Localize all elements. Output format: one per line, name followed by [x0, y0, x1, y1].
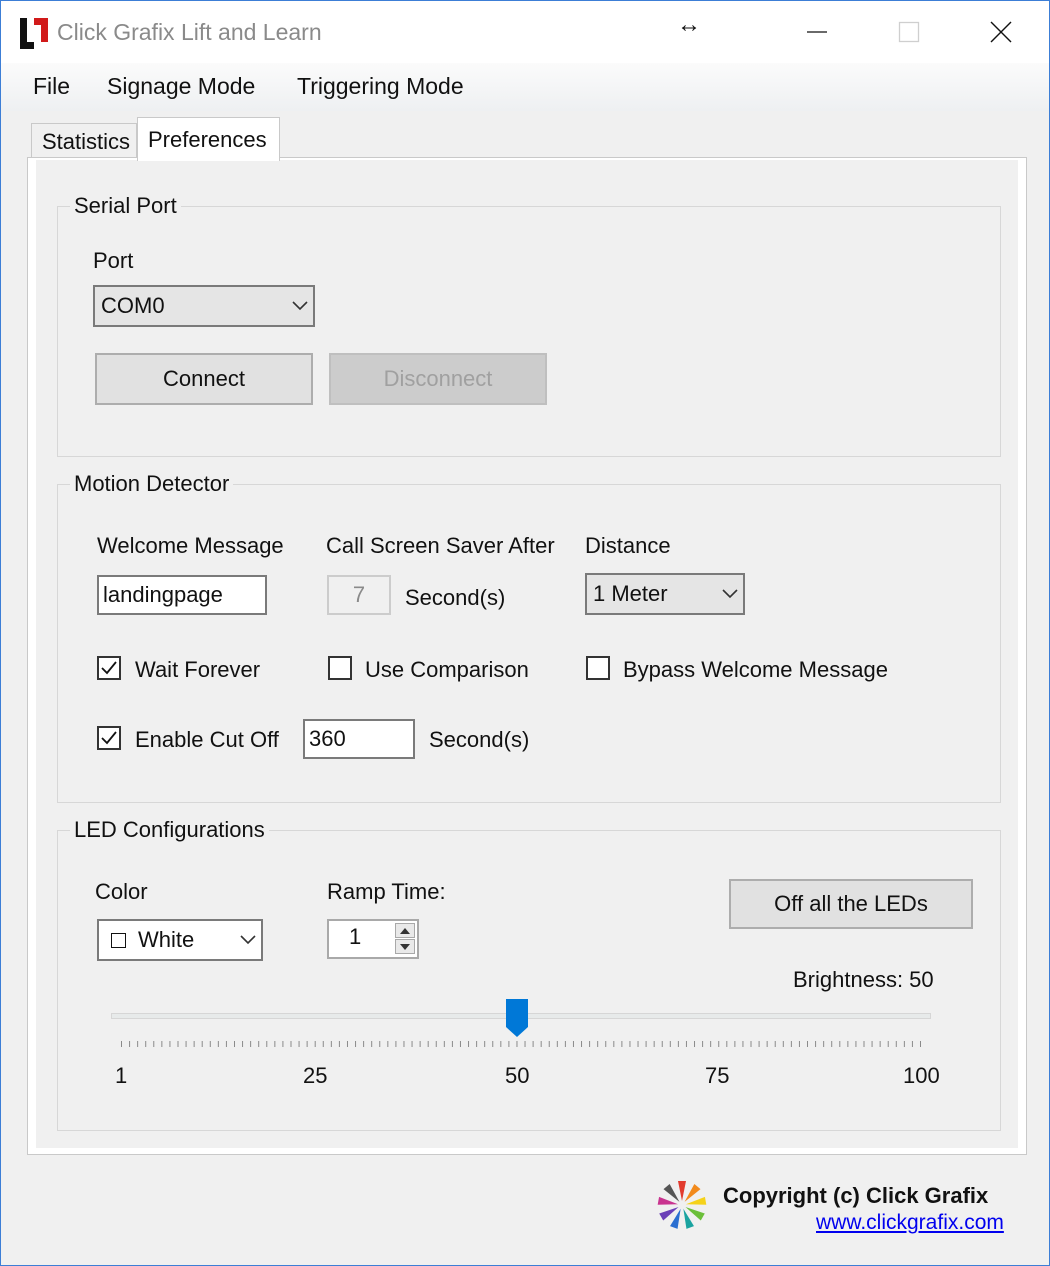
minimize-icon — [807, 31, 827, 33]
app-window: Click Grafix Lift and Learn ↔ File Signa… — [0, 0, 1050, 1266]
close-button[interactable] — [981, 15, 1021, 49]
window-title: Click Grafix Lift and Learn — [57, 19, 322, 45]
connect-button[interactable]: Connect — [95, 353, 313, 405]
bypass-welcome-label: Bypass Welcome Message — [623, 657, 888, 682]
tick-label-1: 1 — [115, 1063, 128, 1088]
maximize-button[interactable] — [889, 15, 929, 49]
click-grafix-logo-icon — [657, 1181, 707, 1229]
distance-dropdown-value: 1 Meter — [593, 581, 668, 606]
enable-cut-off-checkbox[interactable] — [97, 726, 121, 750]
ramp-time-label: Ramp Time: — [327, 879, 446, 904]
chevron-down-icon — [287, 301, 313, 311]
menu-file[interactable]: File — [33, 73, 70, 100]
brightness-slider-ticks — [121, 1041, 921, 1047]
color-dropdown[interactable]: White — [97, 919, 263, 961]
use-comparison-checkbox[interactable] — [328, 656, 352, 680]
checkmark-icon — [101, 661, 117, 675]
color-swatch-icon — [111, 932, 126, 948]
copyright-text: Copyright (c) Click Grafix — [723, 1183, 989, 1208]
use-comparison-label: Use Comparison — [365, 657, 529, 682]
brightness-label: Brightness: 50 — [793, 967, 934, 992]
wait-forever-checkbox[interactable] — [97, 656, 121, 680]
brightness-slider-thumb[interactable] — [505, 999, 528, 1037]
port-dropdown-value: COM0 — [101, 293, 165, 318]
bypass-welcome-checkbox[interactable] — [586, 656, 610, 680]
close-icon — [990, 21, 1012, 43]
tick-label-75: 75 — [705, 1063, 730, 1088]
ramp-time-value: 1 — [349, 924, 362, 949]
serial-port-group-label: Serial Port — [70, 193, 181, 219]
wait-forever-label: Wait Forever — [135, 657, 261, 682]
motion-detector-group-label: Motion Detector — [70, 471, 234, 497]
website-link[interactable]: www.clickgrafix.com — [816, 1211, 1004, 1235]
ramp-time-up-button[interactable] — [395, 923, 415, 938]
tick-label-50: 50 — [505, 1063, 530, 1088]
motion-detector-group: Motion Detector — [57, 471, 1001, 803]
color-dropdown-value: White — [138, 927, 195, 952]
menu-bar: File Signage Mode Triggering Mode — [1, 63, 1049, 111]
welcome-message-label: Welcome Message — [97, 533, 284, 558]
tab-preferences[interactable]: Preferences — [137, 117, 280, 161]
tick-label-25: 25 — [303, 1063, 328, 1088]
ramp-time-stepper[interactable]: 1 — [327, 919, 419, 959]
tab-statistics[interactable]: Statistics — [31, 123, 137, 159]
welcome-message-input[interactable]: landingpage — [97, 575, 267, 615]
chevron-down-icon — [235, 935, 261, 945]
tab-statistics-label: Statistics — [42, 128, 131, 154]
menu-triggering-mode[interactable]: Triggering Mode — [297, 73, 464, 100]
tab-preferences-label: Preferences — [148, 126, 267, 152]
screen-saver-unit-label: Second(s) — [405, 585, 506, 610]
disconnect-button: Disconnect — [329, 353, 547, 405]
arrow-up-icon — [400, 927, 410, 934]
serial-port-group: Serial Port — [57, 193, 1001, 457]
arrow-down-icon — [400, 943, 410, 950]
app-logo-icon — [20, 18, 48, 49]
checkmark-icon — [101, 731, 117, 745]
menu-signage-mode[interactable]: Signage Mode — [107, 73, 255, 100]
screen-saver-label: Call Screen Saver After — [326, 533, 555, 558]
title-bar[interactable]: Click Grafix Lift and Learn ↔ — [1, 1, 1049, 63]
port-label: Port — [93, 248, 134, 273]
maximize-icon — [898, 21, 920, 43]
chevron-down-icon — [717, 589, 743, 599]
port-dropdown[interactable]: COM0 — [93, 285, 315, 327]
enable-cut-off-label: Enable Cut Off — [135, 727, 279, 752]
minimize-button[interactable] — [797, 15, 837, 49]
tick-label-100: 100 — [903, 1063, 940, 1088]
distance-label: Distance — [585, 533, 671, 558]
distance-dropdown[interactable]: 1 Meter — [585, 573, 745, 615]
screen-saver-seconds-input: 7 — [327, 575, 391, 615]
off-all-leds-button[interactable]: Off all the LEDs — [729, 879, 973, 929]
led-configurations-group-label: LED Configurations — [70, 817, 269, 843]
resize-cursor-icon: ↔ — [677, 11, 701, 38]
cut-off-seconds-input[interactable]: 360 — [303, 719, 415, 759]
cut-off-unit-label: Second(s) — [429, 727, 530, 752]
ramp-time-down-button[interactable] — [395, 939, 415, 954]
color-label: Color — [95, 879, 148, 904]
